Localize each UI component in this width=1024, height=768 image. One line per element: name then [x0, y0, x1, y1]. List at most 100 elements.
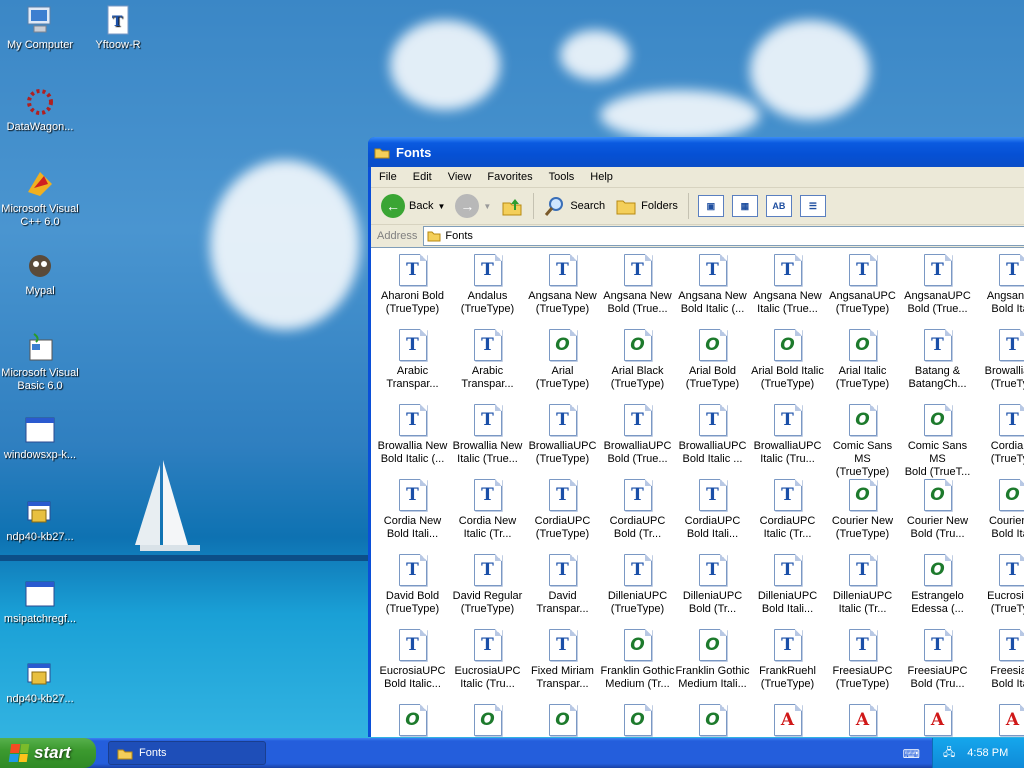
font-file-item[interactable]: T AngsanaUBold Itali: [975, 252, 1024, 327]
font-file-item[interactable]: O Arial Italic (TrueType): [825, 327, 900, 402]
font-file-item[interactable]: T Arabic Transpar...: [375, 327, 450, 402]
font-file-item[interactable]: T Angsana New Bold (True...: [600, 252, 675, 327]
font-file-item[interactable]: T DilleniaUPC (TrueType): [600, 552, 675, 627]
desktop-icon[interactable]: T Yftoow-R: [78, 4, 158, 52]
font-file-item[interactable]: O: [675, 702, 750, 737]
font-file-item[interactable]: O: [525, 702, 600, 737]
dropdown-arrow-icon[interactable]: ▼: [483, 202, 491, 211]
font-file-item[interactable]: A: [900, 702, 975, 737]
font-file-item[interactable]: T EucrosiaU(TrueTyp: [975, 552, 1024, 627]
font-file-item[interactable]: T Aharoni Bold (TrueType): [375, 252, 450, 327]
font-file-item[interactable]: A: [825, 702, 900, 737]
font-file-item[interactable]: T Browallia N(TrueTyp: [975, 327, 1024, 402]
desktop-icon[interactable]: DataWagon...: [0, 86, 80, 134]
menu-view[interactable]: View: [440, 171, 480, 183]
font-file-item[interactable]: T Fixed Miriam Transpar...: [525, 627, 600, 702]
font-file-item[interactable]: T EucrosiaUPC Italic (Tru...: [450, 627, 525, 702]
menu-file[interactable]: File: [371, 171, 405, 183]
desktop-icon[interactable]: ndp40-kb27...: [0, 658, 80, 706]
font-file-item[interactable]: O Comic Sans MS (TrueType): [825, 402, 900, 478]
menu-favorites[interactable]: Favorites: [479, 171, 540, 183]
font-file-item[interactable]: O: [600, 702, 675, 737]
font-file-item[interactable]: O: [450, 702, 525, 737]
desktop-icon[interactable]: windowsxp-k...: [0, 414, 80, 462]
font-file-item[interactable]: T Angsana New Bold Italic (...: [675, 252, 750, 327]
font-file-item[interactable]: T Browallia New Bold Italic (...: [375, 402, 450, 477]
font-file-item[interactable]: T CordiaUPC Italic (Tr...: [750, 477, 825, 552]
font-file-item[interactable]: T FreesiaUBold Itali: [975, 627, 1024, 702]
font-file-item[interactable]: O Arial Bold (TrueType): [675, 327, 750, 402]
forward-button[interactable]: → ▼: [451, 192, 495, 220]
desktop-icon[interactable]: ndp40-kb27...: [0, 496, 80, 544]
font-file-item[interactable]: T AngsanaUPC (TrueType): [825, 252, 900, 327]
desktop-icon[interactable]: msipatchregf...: [0, 578, 80, 626]
title-bar[interactable]: Fonts: [368, 137, 1024, 167]
font-file-item[interactable]: T BrowalliaUPC Bold Italic ...: [675, 402, 750, 477]
font-file-item[interactable]: T Cordia N(TrueTyp: [975, 402, 1024, 477]
font-file-item[interactable]: T FreesiaUPC Bold (Tru...: [900, 627, 975, 702]
font-file-item[interactable]: A: [975, 702, 1024, 737]
back-button[interactable]: ← Back ▼: [377, 192, 449, 220]
view-similarity-button[interactable]: AB: [765, 195, 792, 217]
font-file-item[interactable]: T EucrosiaUPC Bold Italic...: [375, 627, 450, 702]
font-file-item[interactable]: T David Bold (TrueType): [375, 552, 450, 627]
font-file-item[interactable]: T DilleniaUPC Bold (Tr...: [675, 552, 750, 627]
search-button[interactable]: Search: [540, 192, 609, 220]
font-file-item[interactable]: O Estrangelo Edessa (...: [900, 552, 975, 627]
font-file-item[interactable]: T DilleniaUPC Italic (Tr...: [825, 552, 900, 627]
font-file-item[interactable]: O Arial Bold Italic (TrueType): [750, 327, 825, 402]
font-file-item[interactable]: T DilleniaUPC Bold Itali...: [750, 552, 825, 627]
font-file-item[interactable]: T FreesiaUPC (TrueType): [825, 627, 900, 702]
font-file-item[interactable]: O Courier New Bold (Tru...: [900, 477, 975, 552]
font-file-item[interactable]: T CordiaUPC Bold Itali...: [675, 477, 750, 552]
network-icon[interactable]: 🖧: [943, 744, 955, 763]
menu-tools[interactable]: Tools: [541, 171, 583, 183]
font-file-item[interactable]: O Arial (TrueType): [525, 327, 600, 402]
font-file-item[interactable]: T Browallia New Italic (True...: [450, 402, 525, 477]
font-file-item[interactable]: T Cordia New Bold Itali...: [375, 477, 450, 552]
view-details-button[interactable]: ☰: [799, 195, 826, 217]
font-file-item[interactable]: O Courier NBold Itali: [975, 477, 1024, 552]
font-file-item[interactable]: T Arabic Transpar...: [450, 327, 525, 402]
font-file-item[interactable]: T BrowalliaUPC (TrueType): [525, 402, 600, 477]
font-file-item[interactable]: T BrowalliaUPC Italic (Tru...: [750, 402, 825, 477]
window-title: Fonts: [396, 144, 432, 160]
desktop-icon[interactable]: Microsoft Visual C++ 6.0: [0, 168, 80, 229]
font-file-item[interactable]: A: [750, 702, 825, 737]
up-button[interactable]: [497, 192, 527, 220]
dropdown-arrow-icon[interactable]: ▼: [437, 202, 445, 211]
font-file-item[interactable]: T David Transpar...: [525, 552, 600, 627]
font-file-item[interactable]: T BrowalliaUPC Bold (True...: [600, 402, 675, 477]
font-file-item[interactable]: O Arial Black (TrueType): [600, 327, 675, 402]
font-file-item[interactable]: T Angsana New (TrueType): [525, 252, 600, 327]
desktop-icon[interactable]: My Computer: [0, 4, 80, 52]
font-file-name: EucrosiaU: [987, 590, 1024, 602]
clock[interactable]: 4:58 PM: [967, 747, 1008, 759]
taskbar-button-fonts[interactable]: Fonts: [108, 741, 266, 765]
font-file-item[interactable]: O Franklin Gothic Medium Itali...: [675, 627, 750, 702]
desktop-icon[interactable]: Mypal: [0, 250, 80, 298]
font-file-item[interactable]: O: [375, 702, 450, 737]
address-field[interactable]: Fonts: [423, 226, 1024, 246]
font-file-item[interactable]: O Courier New (TrueType): [825, 477, 900, 552]
menu-help[interactable]: Help: [582, 171, 621, 183]
font-file-item[interactable]: T AngsanaUPC Bold (True...: [900, 252, 975, 327]
folders-button[interactable]: Folders: [611, 192, 682, 220]
font-file-item[interactable]: T Cordia New Italic (Tr...: [450, 477, 525, 552]
font-file-item[interactable]: T Andalus (TrueType): [450, 252, 525, 327]
view-thumbnails-button[interactable]: ▣: [697, 195, 724, 217]
view-icons-button[interactable]: ▦: [731, 195, 758, 217]
font-file-item[interactable]: O Comic Sans MS Bold (TrueT...: [900, 402, 975, 478]
font-file-item[interactable]: T Angsana New Italic (True...: [750, 252, 825, 327]
font-file-item[interactable]: T CordiaUPC (TrueType): [525, 477, 600, 552]
menu-edit[interactable]: Edit: [405, 171, 440, 183]
font-file-name: DilleniaUPC: [757, 590, 818, 602]
font-file-item[interactable]: T Batang & BatangCh...: [900, 327, 975, 402]
font-file-item[interactable]: T David Regular (TrueType): [450, 552, 525, 627]
font-file-item[interactable]: T CordiaUPC Bold (Tr...: [600, 477, 675, 552]
keyboard-icon[interactable]: ⌨: [903, 747, 920, 761]
start-button[interactable]: start: [0, 738, 96, 768]
desktop-icon[interactable]: Microsoft Visual Basic 6.0: [0, 332, 80, 393]
font-file-item[interactable]: T FrankRuehl (TrueType): [750, 627, 825, 702]
font-file-item[interactable]: O Franklin Gothic Medium (Tr...: [600, 627, 675, 702]
